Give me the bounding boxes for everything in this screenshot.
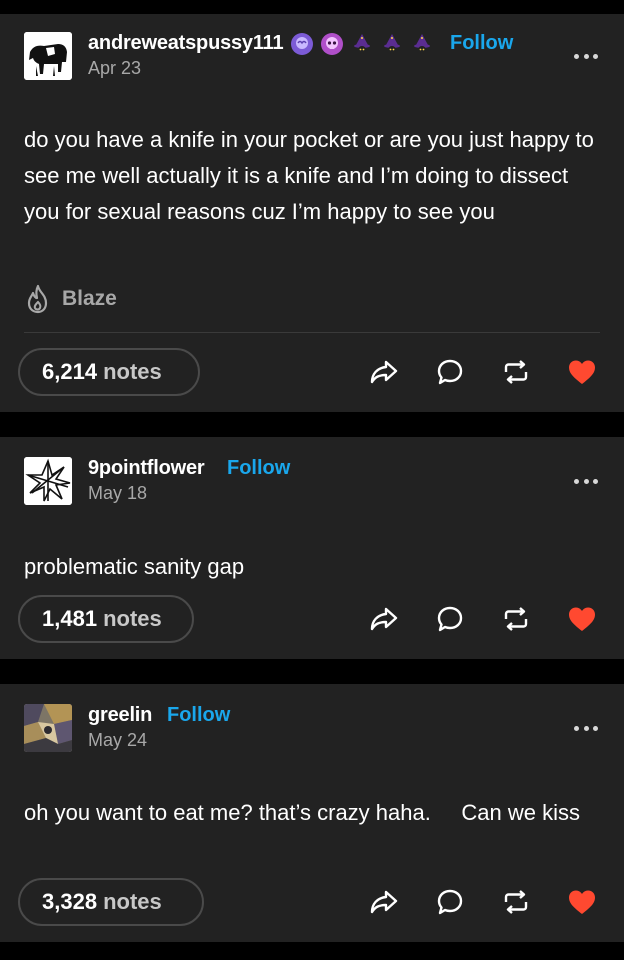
nine-point-star-avatar-icon (24, 457, 72, 505)
purple-brain-badge-icon[interactable] (290, 32, 314, 56)
like-button[interactable] (562, 352, 602, 392)
share-icon (370, 607, 398, 631)
notes-button[interactable]: 3,328 notes (18, 878, 204, 926)
post-body: oh you want to eat me? that’s crazy haha… (24, 800, 580, 825)
reblog-button[interactable] (496, 599, 536, 639)
dot-icon (583, 725, 589, 731)
community-label: Blaze (62, 287, 117, 310)
wizard-badge-icon[interactable] (350, 32, 374, 56)
more-options-button[interactable] (574, 50, 598, 62)
wizard-badge-icon[interactable] (380, 32, 404, 56)
like-heart-icon (569, 890, 595, 914)
notes-button[interactable]: 6,214 notes (18, 348, 200, 396)
post-date: May 18 (88, 483, 148, 503)
share-icon (370, 360, 398, 384)
share-button[interactable] (364, 882, 404, 922)
post-date: May 24 (88, 730, 148, 750)
reply-button[interactable] (430, 599, 470, 639)
reply-icon (437, 889, 463, 915)
like-heart-icon (569, 360, 595, 384)
follow-button[interactable]: Follow (227, 457, 290, 480)
username[interactable]: greelin (88, 704, 152, 727)
notes-button[interactable]: 1,481 notes (18, 595, 194, 643)
dot-icon (583, 53, 589, 59)
share-button[interactable] (364, 352, 404, 392)
post-body: problematic sanity gap (24, 554, 245, 579)
dot-icon (574, 478, 579, 484)
reblog-button[interactable] (496, 882, 536, 922)
follow-button[interactable]: Follow (167, 704, 230, 727)
notes-count: 6,214 (42, 359, 98, 384)
notes-label: notes (103, 606, 162, 631)
avatar[interactable] (24, 704, 72, 752)
pink-skull-badge-icon[interactable] (320, 32, 344, 56)
dot-icon (583, 478, 589, 484)
more-options-button[interactable] (574, 475, 598, 487)
like-button[interactable] (562, 882, 602, 922)
wizard-badge-icon[interactable] (410, 32, 434, 56)
reply-icon (437, 359, 463, 385)
flame-icon (27, 284, 48, 314)
reblog-icon (504, 890, 528, 914)
follow-button[interactable]: Follow (450, 32, 513, 55)
notes-label: notes (103, 359, 162, 384)
dot-icon (593, 478, 598, 484)
reblog-button[interactable] (496, 352, 536, 392)
post-actions (364, 599, 602, 639)
post-card: andreweatspussy111 Follow Apr 23 do you … (0, 14, 624, 412)
more-options-button[interactable] (574, 722, 598, 734)
notes-count: 1,481 (42, 606, 98, 631)
divider (24, 332, 600, 333)
dot-icon (593, 53, 598, 59)
dot-icon (574, 53, 579, 59)
share-icon (370, 890, 398, 914)
username[interactable]: andreweatspussy111 (88, 32, 284, 55)
post-actions (364, 352, 602, 392)
community-tag[interactable]: Blaze (24, 284, 117, 314)
reblog-icon (504, 360, 528, 384)
reblog-icon (504, 607, 528, 631)
post-card: 9pointflower Follow May 18 problematic s… (0, 437, 624, 659)
like-button[interactable] (562, 599, 602, 639)
dot-icon (593, 725, 598, 731)
avatar[interactable] (24, 32, 72, 80)
reply-icon (437, 606, 463, 632)
reply-button[interactable] (430, 882, 470, 922)
notes-count: 3,328 (42, 889, 98, 914)
avatar[interactable] (24, 457, 72, 505)
painting-avatar-icon (24, 704, 72, 752)
post-body: do you have a knife in your pocket or ar… (24, 127, 594, 224)
share-button[interactable] (364, 599, 404, 639)
post-actions (364, 882, 602, 922)
username[interactable]: 9pointflower (88, 457, 205, 480)
post-card: greelin Follow May 24 oh you want to eat… (0, 684, 624, 942)
notes-label: notes (103, 889, 162, 914)
dot-icon (574, 725, 579, 731)
reply-button[interactable] (430, 352, 470, 392)
cow-avatar-icon (24, 32, 72, 80)
like-heart-icon (569, 607, 595, 631)
post-date: Apr 23 (88, 58, 142, 78)
badge-row (290, 32, 434, 56)
